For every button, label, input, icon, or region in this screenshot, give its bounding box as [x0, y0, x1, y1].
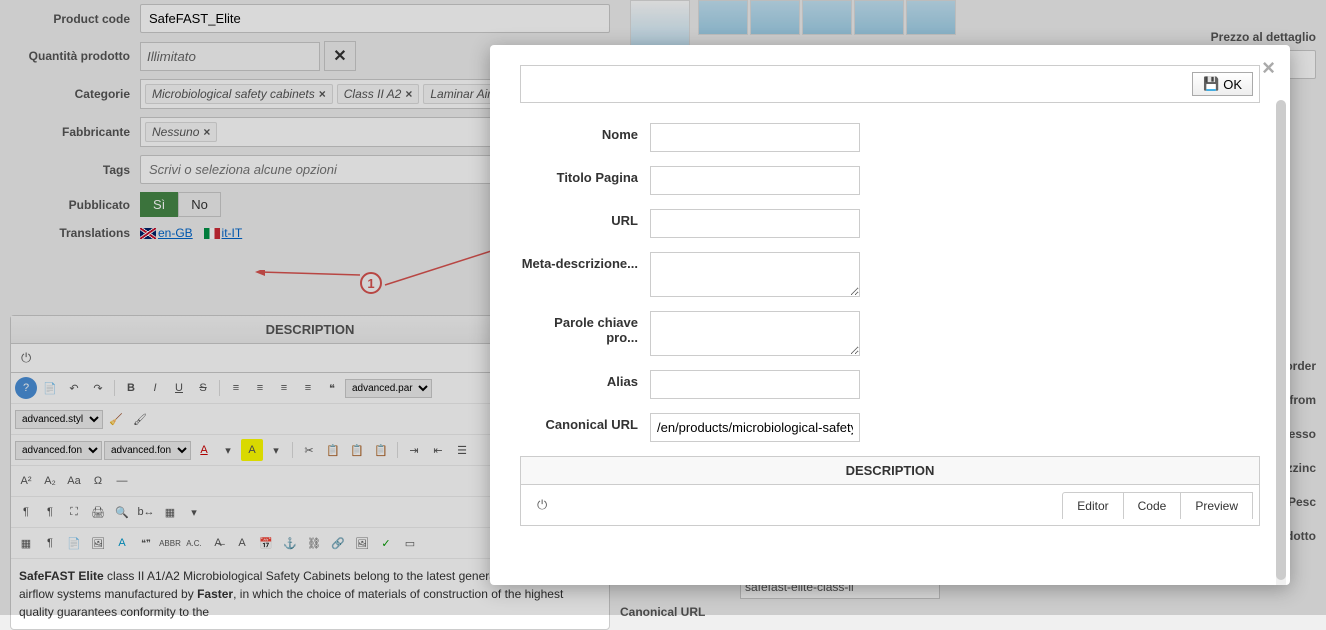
- close-icon[interactable]: ×: [1262, 55, 1275, 81]
- name-label: Nome: [520, 123, 650, 142]
- ok-button[interactable]: 💾OK: [1192, 72, 1253, 96]
- save-icon: 💾: [1203, 76, 1219, 92]
- canonical-input[interactable]: [650, 413, 860, 442]
- alias-input[interactable]: [650, 370, 860, 399]
- modal-desc-title: DESCRIPTION: [521, 457, 1259, 485]
- modal-description-panel: DESCRIPTION ⏻ Editor Code Preview: [520, 456, 1260, 526]
- name-input[interactable]: [650, 123, 860, 152]
- canonical-label: Canonical URL: [520, 413, 650, 432]
- pagetitle-label: Titolo Pagina: [520, 166, 650, 185]
- modal-toolbar: 💾OK: [520, 65, 1260, 103]
- keywords-label: Parole chiave pro...: [520, 311, 650, 345]
- pagetitle-input[interactable]: [650, 166, 860, 195]
- modal-tab-editor[interactable]: Editor: [1062, 492, 1123, 519]
- modal-tab-code[interactable]: Code: [1124, 492, 1182, 519]
- keywords-input[interactable]: [650, 311, 860, 356]
- modal-scrollbar[interactable]: [1276, 100, 1286, 585]
- scroll-thumb[interactable]: [1276, 100, 1286, 580]
- modal-tab-preview[interactable]: Preview: [1181, 492, 1253, 519]
- url-input[interactable]: [650, 209, 860, 238]
- alias-label: Alias: [520, 370, 650, 389]
- metadesc-input[interactable]: [650, 252, 860, 297]
- url-label: URL: [520, 209, 650, 228]
- power-icon[interactable]: ⏻: [527, 491, 557, 519]
- translation-modal: × 💾OK Nome Titolo Pagina URL Meta-descri…: [490, 45, 1290, 585]
- metadesc-label: Meta-descrizione...: [520, 252, 650, 271]
